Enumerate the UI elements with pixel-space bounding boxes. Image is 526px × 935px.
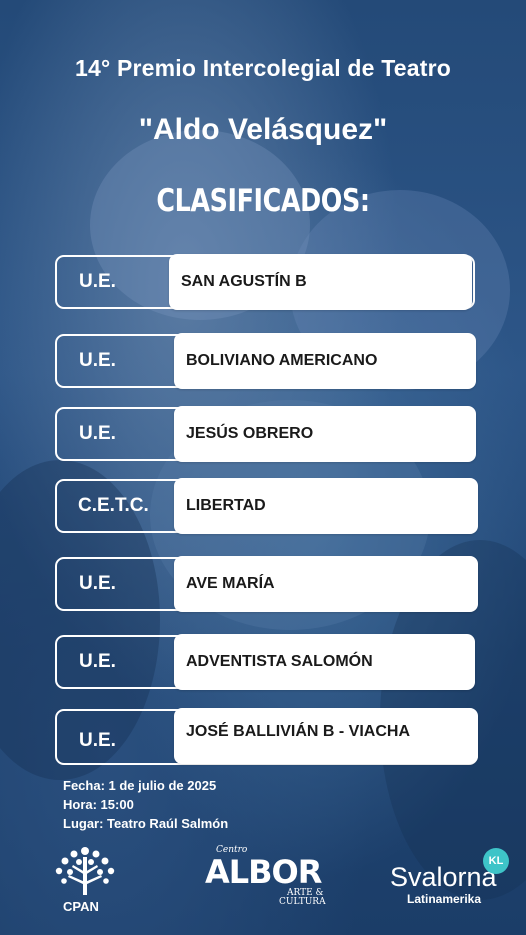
list-item: U.E. BOLIVIANO AMERICANO (55, 333, 476, 389)
event-date: Fecha: 1 de julio de 2025 (63, 778, 217, 793)
school-name: JOSÉ BALLIVIÁN B - VIACHA (186, 723, 411, 740)
school-type: U.E. (79, 423, 116, 444)
event-subtitle: "Aldo Velásquez" (138, 113, 388, 146)
school-name-box: JESÚS OBRERO (174, 406, 476, 462)
event-title: 14° Premio Intercolegial de Teatro (74, 55, 452, 81)
cpan-logo-text: CPAN (63, 899, 99, 914)
list-item: U.E. ADVENTISTA SALOMÓN (55, 634, 475, 690)
school-name-box: ADVENTISTA SALOMÓN (174, 634, 475, 690)
school-name: ADVENTISTA SALOMÓN (186, 653, 373, 670)
school-name: BOLIVIANO AMERICANO (186, 352, 378, 369)
list-item: U.E. JESÚS OBRERO (55, 406, 476, 462)
list-item: U.E. SAN AGUSTÍN B (55, 254, 475, 310)
school-type: U.E. (79, 271, 116, 292)
albor-logo-sub2: CULTURA (279, 897, 326, 907)
albor-logo-main: ALBOR (205, 853, 322, 891)
school-name-box: BOLIVIANO AMERICANO (174, 333, 476, 389)
tree-icon (55, 847, 115, 895)
school-name-box: LIBERTAD (174, 478, 478, 534)
school-type: U.E. (79, 651, 116, 672)
school-type: U.E. (79, 573, 116, 594)
poster: 14° Premio Intercolegial de Teatro "Aldo… (0, 0, 526, 935)
albor-logo: Centro ALBOR ARTE & CULTURA (205, 845, 326, 910)
school-name: JESÚS OBRERO (186, 425, 314, 442)
event-venue: Lugar: Teatro Raúl Salmón (63, 816, 229, 831)
school-name: LIBERTAD (186, 497, 266, 514)
event-time: Hora: 15:00 (63, 797, 134, 812)
section-heading: CLASIFICADOS: (156, 183, 370, 219)
svalorna-logo: Svalorna Latinamerika KL (390, 848, 516, 908)
school-name-box: JOSÉ BALLIVIÁN B - VIACHA (174, 708, 478, 764)
list-item: C.E.T.C. LIBERTAD (55, 478, 478, 534)
school-type: C.E.T.C. (78, 495, 149, 516)
school-type: U.E. (79, 730, 116, 751)
school-name: SAN AGUSTÍN B (181, 273, 307, 290)
cpan-logo: CPAN (52, 845, 118, 917)
svalorna-logo-main: Svalorna (390, 862, 497, 892)
school-name: AVE MARÍA (186, 575, 275, 592)
list-item: U.E. AVE MARÍA (55, 556, 478, 612)
svalorna-logo-sub: Latinamerika (407, 892, 482, 906)
school-type: U.E. (79, 350, 116, 371)
school-name-box: AVE MARÍA (174, 556, 478, 612)
svalorna-badge-icon: KL (483, 848, 509, 874)
list-item: U.E. JOSÉ BALLIVIÁN B - VIACHA (55, 708, 478, 765)
school-name-box: SAN AGUSTÍN B (169, 254, 472, 310)
